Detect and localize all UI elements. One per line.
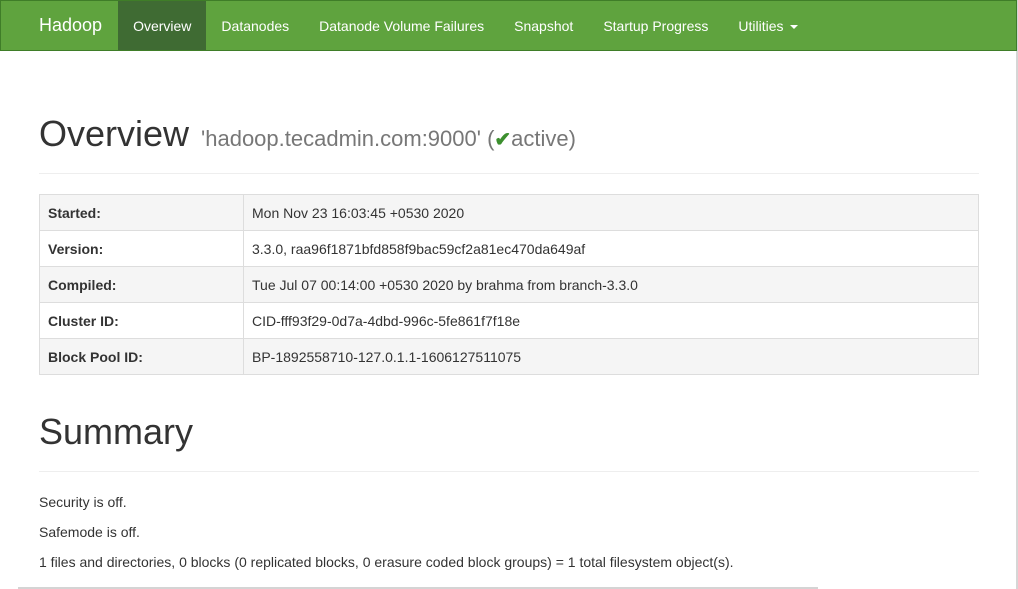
table-row: Cluster ID: CID-fff93f29-0d7a-4dbd-996c-… [39,302,979,339]
row-value: BP-1892558710-127.0.1.1-1606127511075 [243,338,979,375]
row-value: 3.3.0, raa96f1871bfd858f9bac59cf2a81ec47… [243,230,979,267]
security-status: Security is off. [39,494,127,510]
overview-table: Started: Mon Nov 23 16:03:45 +0530 2020 … [39,194,979,375]
nav-datanodes[interactable]: Datanodes [206,1,304,50]
nav-datanode-volume-failures[interactable]: Datanode Volume Failures [304,1,499,50]
row-value: Mon Nov 23 16:03:45 +0530 2020 [243,194,979,231]
row-key: Cluster ID: [39,302,244,339]
main-content: Overview 'hadoop.tecadmin.com:9000' (✔ac… [39,51,979,572]
summary-title: Summary [39,411,979,472]
status-text: active [511,126,569,151]
namenode-address: 'hadoop.tecadmin.com:9000' (✔active) [201,126,576,152]
check-icon: ✔ [494,129,512,151]
row-key: Started: [39,194,244,231]
overview-header: Overview 'hadoop.tecadmin.com:9000' (✔ac… [39,113,979,174]
brand-link[interactable]: Hadoop [1,1,118,50]
top-navbar: Hadoop Overview Datanodes Datanode Volum… [0,0,1017,51]
nav-snapshot[interactable]: Snapshot [499,1,588,50]
nav-utilities-label: Utilities [738,17,784,34]
table-row: Version: 3.3.0, raa96f1871bfd858f9bac59c… [39,230,979,267]
page-title: Overview [39,113,190,154]
nav-overview[interactable]: Overview [118,1,207,50]
row-value: CID-fff93f29-0d7a-4dbd-996c-5fe861f7f18e [243,302,979,339]
row-value: Tue Jul 07 00:14:00 +0530 2020 by brahma… [243,266,979,303]
safemode-status: Safemode is off. [39,524,140,540]
paren-open: ( [480,126,495,151]
row-key: Block Pool ID: [39,338,244,375]
caret-down-icon [789,24,798,29]
host-text: 'hadoop.tecadmin.com:9000' [201,126,481,151]
nav-startup-progress[interactable]: Startup Progress [588,1,723,50]
row-key: Version: [39,230,244,267]
table-row: Started: Mon Nov 23 16:03:45 +0530 2020 [39,194,979,231]
row-key: Compiled: [39,266,244,303]
table-row: Compiled: Tue Jul 07 00:14:00 +0530 2020… [39,266,979,303]
paren-close: ) [568,126,576,151]
nav-utilities-dropdown[interactable]: Utilities [723,1,812,50]
filesystem-summary: 1 files and directories, 0 blocks (0 rep… [39,554,734,570]
table-row: Block Pool ID: BP-1892558710-127.0.1.1-1… [39,338,979,375]
